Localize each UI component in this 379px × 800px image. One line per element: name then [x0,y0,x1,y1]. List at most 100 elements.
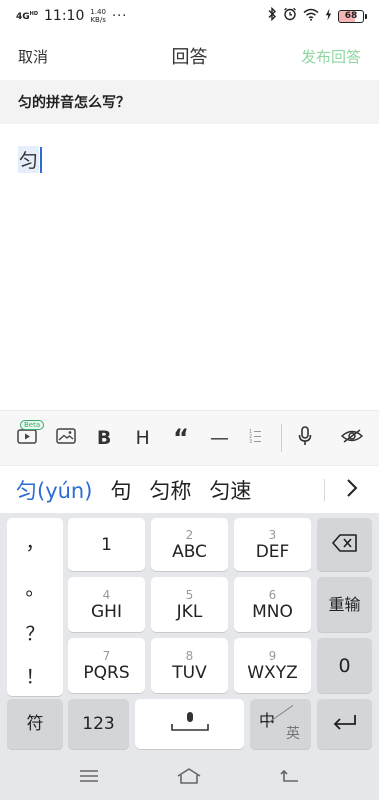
more-notifications-icon: ··· [111,8,128,24]
enter-key[interactable] [317,699,372,749]
insert-image-button[interactable] [46,418,84,458]
alarm-icon [283,7,297,25]
key-label: WXYZ [247,662,298,683]
punctuation-key[interactable]: ！ [7,662,63,689]
key-label: GHI [91,601,122,622]
key-label: MNO [252,601,293,622]
network-sup: HD [29,11,38,17]
list-button[interactable]: 123 [239,418,277,458]
bold-icon: B [96,427,112,449]
key-label: 重输 [328,594,361,614]
candidate-bar: 匀(yún) 句 匀称 匀速 [0,465,379,513]
candidate-item[interactable]: 匀(yún) [16,475,92,505]
home-nav-button[interactable] [176,767,202,789]
key-number: 9 [268,648,277,663]
key-def[interactable]: 3 DEF [234,518,311,571]
key-0[interactable]: 0 [317,638,372,693]
candidate-item[interactable]: 句 [110,475,131,505]
divider-button[interactable]: — [200,418,238,458]
text-caret [40,146,43,173]
punctuation-key[interactable]: ， [7,528,63,555]
svg-text:3: 3 [249,439,252,444]
header-bar: 取消 回答 发布回答 [0,32,379,80]
key-label: 符 [26,714,44,734]
composing-text: 匀 [18,146,40,173]
key-label: 1 [101,534,112,555]
battery-tip [365,13,367,19]
hide-keyboard-button[interactable] [333,418,371,458]
divider-icon: — [209,427,229,449]
key-tuv[interactable]: 8 TUV [151,638,228,693]
backspace-icon [331,533,358,556]
key-1[interactable]: 1 [68,518,145,571]
beta-badge: Beta [20,420,45,430]
question-text: 匀的拼音怎么写？ [18,95,130,111]
key-label: TUV [172,662,207,683]
network-speed-value: 1.40 [90,8,106,16]
candidate-item[interactable]: 匀称 [149,475,191,505]
status-left: 4GHD 11:10 1.40 KB/s ··· [16,8,127,24]
system-navigation-bar [0,755,379,800]
punctuation-key[interactable]: 。 [7,574,63,601]
status-bar: 4GHD 11:10 1.40 KB/s ··· 68 [0,0,379,32]
key-label: DEF [255,541,290,562]
key-mno[interactable]: 6 MNO [234,577,311,632]
language-switch-key[interactable]: 中 英 [250,699,311,749]
toolbar-separator [281,424,283,452]
list-icon: 123 [249,428,267,448]
answer-editor[interactable]: 匀 [0,124,379,410]
key-number: 2 [185,527,194,542]
back-icon [280,769,300,788]
more-candidates-button[interactable] [325,478,379,502]
key-number: 4 [102,587,111,602]
insert-video-button[interactable]: Beta [8,418,46,458]
battery-body: 68 [338,9,364,23]
status-right: 68 [267,6,367,25]
candidate-item[interactable]: 匀速 [209,475,251,505]
retype-key[interactable]: 重输 [317,577,372,632]
lang-secondary: 英 [286,726,300,742]
video-icon [17,427,37,449]
battery-level: 68 [344,10,358,21]
key-pqrs[interactable]: 7 PQRS [68,638,145,693]
image-icon [55,427,76,449]
bold-button[interactable]: B [85,418,123,458]
wifi-icon [303,8,319,25]
keyboard: ， 。 ？ ！ 1 2 ABC 3 DEF 4 GHI 5 JKL 6 MNO … [0,513,379,755]
editor-toolbar: Beta B H “ — 123 [0,410,379,465]
publish-answer-button[interactable]: 发布回答 [301,46,361,67]
battery-icon: 68 [338,9,367,23]
space-microphone-icon [170,710,210,738]
key-number: 7 [102,648,111,663]
bluetooth-icon [267,6,277,25]
microphone-icon [297,426,313,450]
symbol-key[interactable]: 符 [7,699,63,749]
space-key[interactable] [135,699,244,749]
key-number: 8 [185,648,194,663]
question-bar: 匀的拼音怎么写？ [0,80,379,124]
network-indicator: 4GHD [16,10,38,22]
key-label: 0 [338,654,351,677]
cancel-button[interactable]: 取消 [18,46,48,67]
punctuation-column[interactable]: ， 。 ？ ！ [7,518,63,696]
network-type: 4G [16,12,30,22]
key-number: 6 [268,587,277,602]
heading-icon: H [135,427,150,449]
key-jkl[interactable]: 5 JKL [151,577,228,632]
quote-icon: “ [173,424,189,452]
enter-icon [332,713,358,735]
menu-icon [79,768,99,787]
key-ghi[interactable]: 4 GHI [68,577,145,632]
key-wxyz[interactable]: 9 WXYZ [234,638,311,693]
key-number: 5 [185,587,194,602]
back-nav-button[interactable] [280,768,300,788]
punctuation-key[interactable]: ？ [7,619,63,646]
voice-input-button[interactable] [286,418,324,458]
key-number: 3 [268,527,277,542]
heading-button[interactable]: H [123,418,161,458]
quote-button[interactable]: “ [162,418,200,458]
numbers-key[interactable]: 123 [68,699,129,749]
key-abc[interactable]: 2 ABC [151,518,228,571]
menu-nav-button[interactable] [79,768,99,787]
backspace-key[interactable] [317,518,372,571]
